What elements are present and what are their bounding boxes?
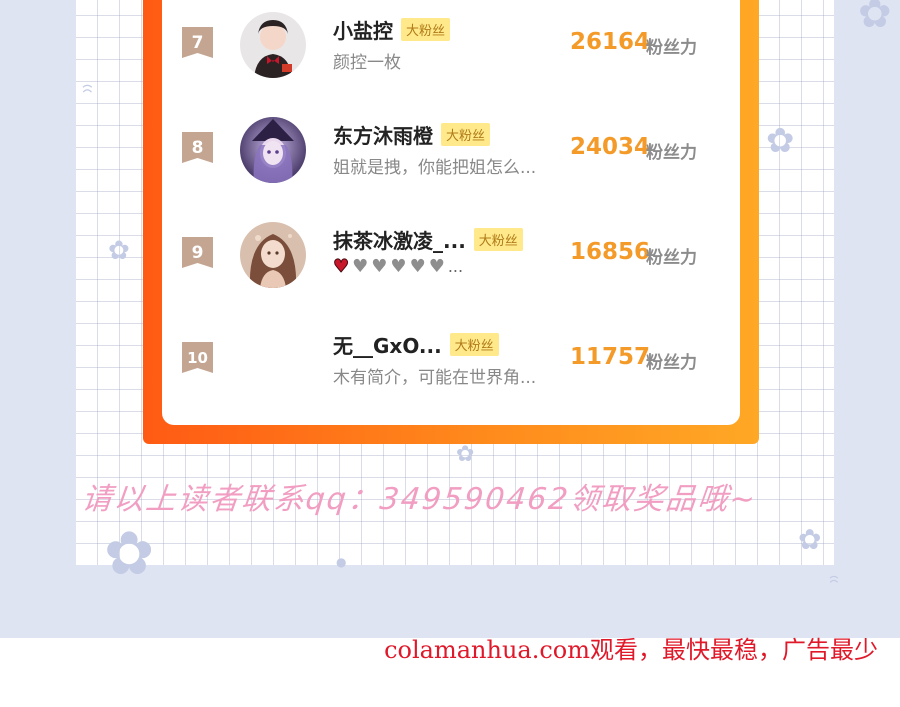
fan-power-label: 粉丝力: [646, 143, 697, 163]
user-bio: 木有简介，可能在世界角...: [333, 368, 537, 388]
user-bio: 颜控一枚: [333, 53, 401, 73]
user-name[interactable]: 抹茶冰激凌_...: [333, 225, 466, 254]
flower-decoration-icon: ✿: [108, 236, 130, 266]
red-heart-icon: ♥: [332, 256, 350, 278]
user-name[interactable]: 小盐控: [333, 15, 393, 44]
user-name[interactable]: 东方沐雨橙: [333, 120, 433, 149]
user-bio-hearts: ♥ ♥ ♥ ♥ ♥ ♥ ...: [332, 256, 464, 278]
ranking-board: 7 小盐控 大粉丝 颜控一枚 26164 粉丝力 8 东方沐雨橙 大粉丝 姐就是…: [162, 0, 740, 425]
fan-power-count: 11757: [570, 344, 651, 370]
ranking-row[interactable]: 10 无__GxO... 大粉丝 木有简介，可能在世界角... 11757 粉丝…: [162, 320, 740, 400]
user-bio: 姐就是拽，你能把姐怎么...: [333, 158, 537, 178]
anime-witch-avatar-icon[interactable]: [240, 117, 306, 183]
gray-heart-icon: ♥: [409, 256, 426, 277]
rank-badge: 8: [182, 132, 213, 163]
girl-with-bow-avatar-icon[interactable]: [240, 12, 306, 78]
ranking-row[interactable]: 9 抹茶冰激凌_... 大粉丝 ♥ ♥ ♥ ♥ ♥ ♥ ... 16856 粉丝…: [162, 215, 740, 295]
ranking-row[interactable]: 7 小盐控 大粉丝 颜控一枚 26164 粉丝力: [162, 5, 740, 85]
ranking-row[interactable]: 8 东方沐雨橙 大粉丝 姐就是拽，你能把姐怎么... 24034 粉丝力: [162, 110, 740, 190]
gray-heart-icon: ♥: [428, 256, 445, 277]
flower-decoration-icon: ✿: [456, 442, 475, 467]
user-name[interactable]: 无__GxO...: [333, 330, 442, 359]
dot-decoration: ●: [336, 555, 347, 569]
fan-level-tag: 大粉丝: [449, 333, 499, 356]
flower-decoration-icon: ✿: [104, 519, 155, 589]
fan-power-count: 24034: [570, 134, 651, 160]
fan-level-tag: 大粉丝: [473, 228, 523, 251]
rank-badge: 7: [182, 27, 213, 58]
anime-girl-avatar-icon[interactable]: [240, 222, 306, 288]
fan-power-count: 16856: [570, 239, 651, 265]
gray-heart-icon: ♥: [352, 256, 369, 277]
fan-power-count: 26164: [570, 29, 651, 55]
gray-heart-icon: ♥: [371, 256, 388, 277]
fan-level-tag: 大粉丝: [401, 18, 451, 41]
fan-power-label: 粉丝力: [646, 38, 697, 58]
flower-decoration-icon: ✿: [766, 121, 795, 161]
fan-level-tag: 大粉丝: [441, 123, 491, 146]
rank-badge: 9: [182, 237, 213, 268]
bio-ellipsis: ...: [447, 257, 464, 276]
flower-decoration-icon: ✿: [798, 523, 822, 556]
rank-badge: 10: [182, 342, 213, 373]
page-background: ✿ ꩰ ✿ ✿ ꩰ ✿ ✿ ✿ ꩰ ● 7 小盐控 大粉丝: [0, 0, 900, 638]
fan-power-label: 粉丝力: [646, 248, 697, 268]
site-watermark: colamanhua.com观看，最快最稳，广告最少: [384, 636, 878, 664]
flower-decoration-icon: ✿: [858, 0, 892, 37]
gray-heart-icon: ♥: [390, 256, 407, 277]
fan-power-label: 粉丝力: [646, 353, 697, 373]
contact-instructions: 请以上读者联系qq：349590462领取奖品哦~: [79, 482, 759, 517]
